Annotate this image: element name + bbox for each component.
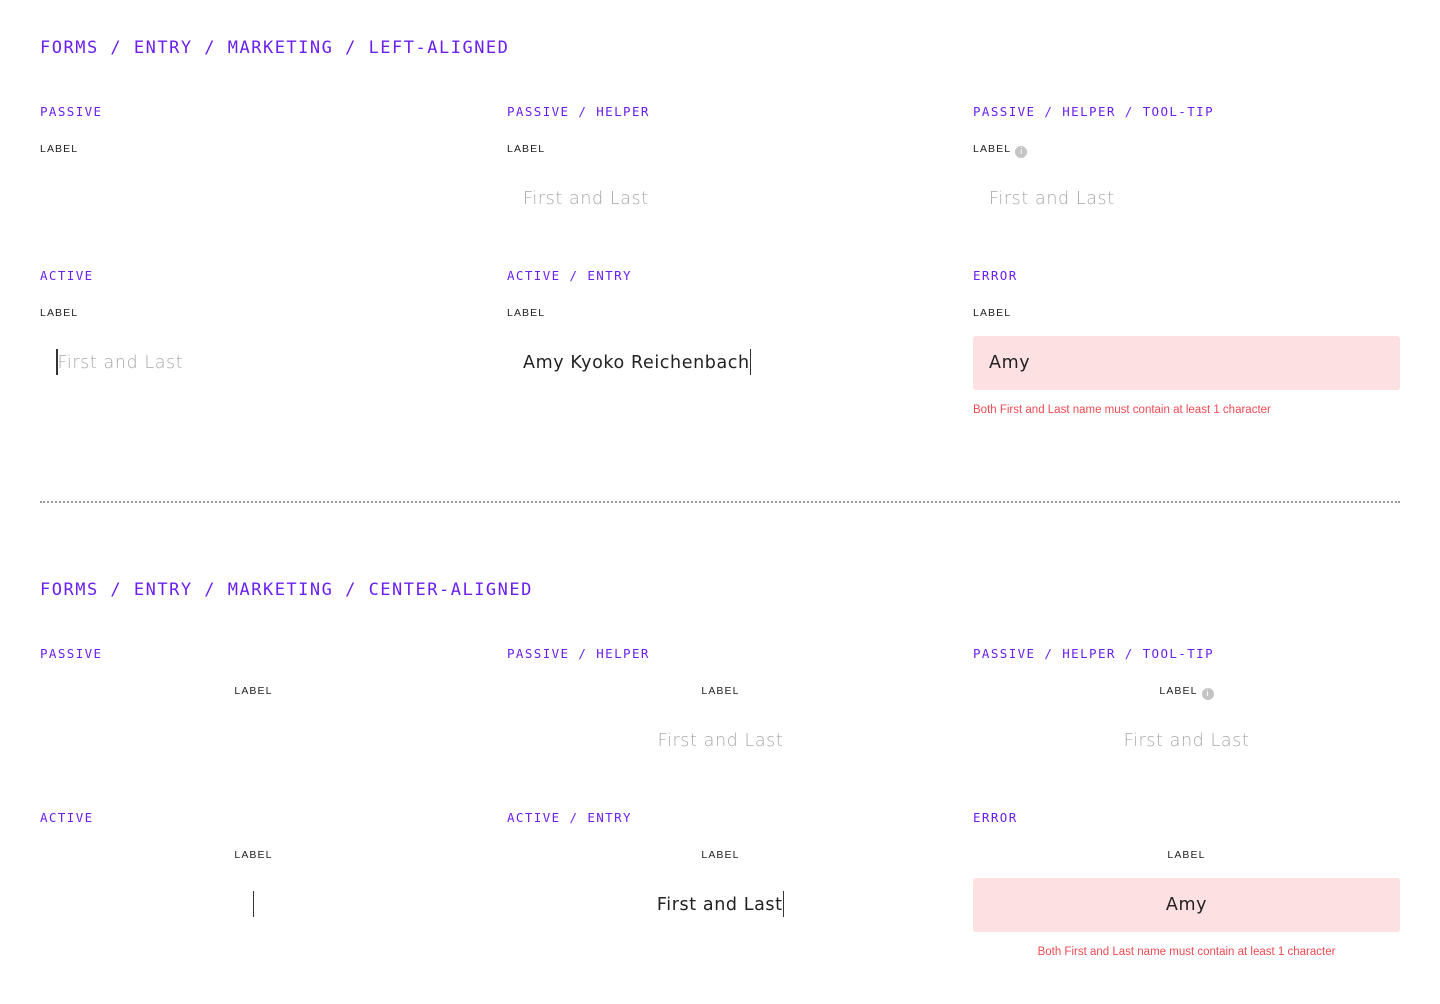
state-title-passive: PASSIVE [40,104,103,119]
field-label-with-tooltip: LABEL i [973,143,1028,158]
input-placeholder: First and Last [989,189,1115,209]
section-title-center-aligned: FORMS / ENTRY / MARKETING / CENTER-ALIGN… [40,580,533,600]
name-input-error[interactable]: Amy [973,336,1400,390]
field-label: LABEL [234,685,273,697]
state-title-passive-helper: PASSIVE / HELPER [507,646,650,661]
input-placeholder: First and Last [57,353,184,373]
error-message: Both First and Last name must contain at… [1037,946,1336,958]
field-label: LABEL [1167,849,1206,861]
error-message: Both First and Last name must contain at… [973,404,1271,416]
name-input-passive-helper-tooltip[interactable]: First and Last [973,172,1400,226]
name-input-active[interactable]: First and Last [40,336,467,390]
input-placeholder: First and Last [657,731,784,751]
name-input-passive-helper[interactable]: First and Last [507,172,934,226]
field-label-text: LABEL [1159,685,1198,697]
section-title-left-aligned: FORMS / ENTRY / MARKETING / LEFT-ALIGNED [40,38,510,58]
name-input-active-entry[interactable]: Amy Kyoko Reichenbach [507,336,934,390]
field-label: LABEL [40,307,79,319]
field-label: LABEL [234,849,273,861]
name-input-error[interactable]: Amy [973,878,1400,932]
input-value: Amy Kyoko Reichenbach [523,353,750,373]
info-icon[interactable]: i [1015,146,1028,158]
name-input-active[interactable] [40,878,467,932]
field-label: LABEL [973,307,1012,319]
state-title-passive-helper-tooltip: PASSIVE / HELPER / TOOL-TIP [973,104,1214,119]
state-title-active-entry: ACTIVE / ENTRY [507,810,632,825]
section-divider [40,501,1400,503]
state-title-passive-helper: PASSIVE / HELPER [507,104,650,119]
input-value: Amy [989,353,1031,373]
field-label-with-tooltip: LABEL i [973,685,1400,700]
name-input-passive-helper[interactable]: First and Last [507,714,934,768]
state-title-passive-helper-tooltip: PASSIVE / HELPER / TOOL-TIP [973,646,1214,661]
state-title-error: ERROR [973,268,1018,283]
state-title-active: ACTIVE [40,268,94,283]
field-label: LABEL [40,143,79,155]
name-input-passive-helper-tooltip[interactable]: First and Last [973,714,1400,768]
field-label: LABEL [507,143,546,155]
field-label: LABEL [507,307,546,319]
state-title-active: ACTIVE [40,810,94,825]
field-label: LABEL [701,849,740,861]
name-input-passive[interactable] [40,714,467,768]
field-label: LABEL [701,685,740,697]
text-caret [749,348,752,375]
state-title-passive: PASSIVE [40,646,103,661]
name-input-passive[interactable] [40,172,467,226]
state-title-error: ERROR [973,810,1018,825]
field-label-text: LABEL [973,143,1012,155]
state-title-active-entry: ACTIVE / ENTRY [507,268,632,283]
input-value: First and Last [656,895,783,915]
name-input-active-entry[interactable]: First and Last [507,878,934,932]
text-caret [252,890,255,917]
info-icon[interactable]: i [1201,688,1214,700]
input-placeholder: First and Last [523,189,649,209]
input-value: Amy [1165,895,1208,915]
input-placeholder: First and Last [1123,731,1250,751]
text-caret [782,890,785,917]
